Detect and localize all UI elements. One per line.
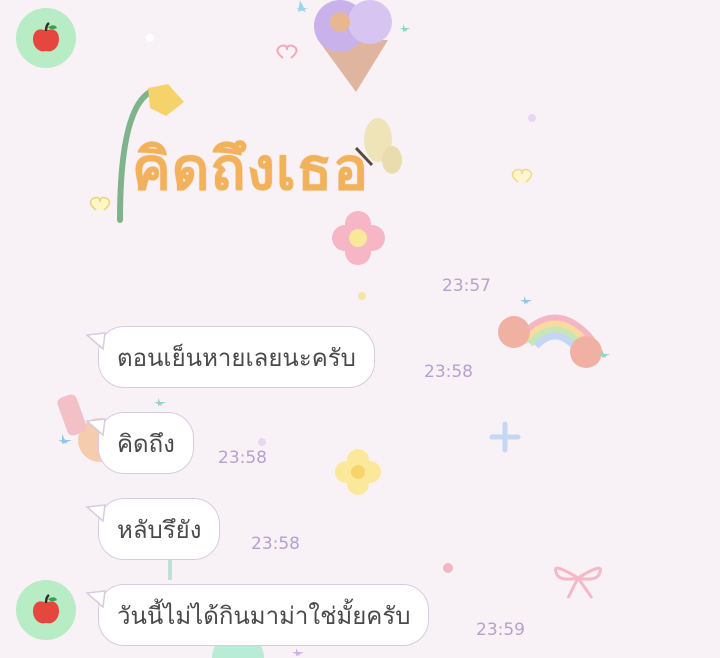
avatar[interactable] (16, 8, 76, 68)
message-bubble[interactable]: ตอนเย็นหายเลยนะครับ (85, 326, 375, 388)
pink-flower-decoration (332, 211, 385, 265)
apple-icon (33, 21, 59, 52)
message-time: 23:58 (218, 448, 267, 468)
bubble-tail (85, 418, 106, 437)
rainbow-decoration (498, 296, 610, 368)
message-time: 23:58 (424, 362, 473, 382)
message-time: 23:57 (442, 276, 491, 296)
sticker-text: คิดถึงเธอ (132, 135, 369, 203)
apple-icon (33, 593, 59, 624)
message-bubble[interactable]: หลับรึยัง (85, 498, 221, 560)
message-text: คิดถึง (117, 429, 175, 458)
bubble-tail (85, 332, 106, 351)
message-text: วันนี้ไม่ได้กินมาม่าใช่มั้ยครับ (117, 601, 411, 630)
bubble-tail (85, 590, 106, 609)
message-bubble[interactable]: คิดถึง (85, 412, 194, 474)
yellow-flower-decoration (335, 449, 381, 495)
ice-cream-decoration (314, 0, 392, 92)
message-time: 23:59 (476, 620, 525, 640)
message-bubble[interactable]: วันนี้ไม่ได้กินมาม่าใช่มั้ยครับ (85, 584, 430, 646)
message-time: 23:58 (251, 534, 300, 554)
bubble-tail (85, 504, 106, 523)
message-text: หลับรึยัง (117, 515, 202, 544)
avatar[interactable] (16, 580, 76, 640)
message-text: ตอนเย็นหายเลยนะครับ (117, 343, 356, 372)
